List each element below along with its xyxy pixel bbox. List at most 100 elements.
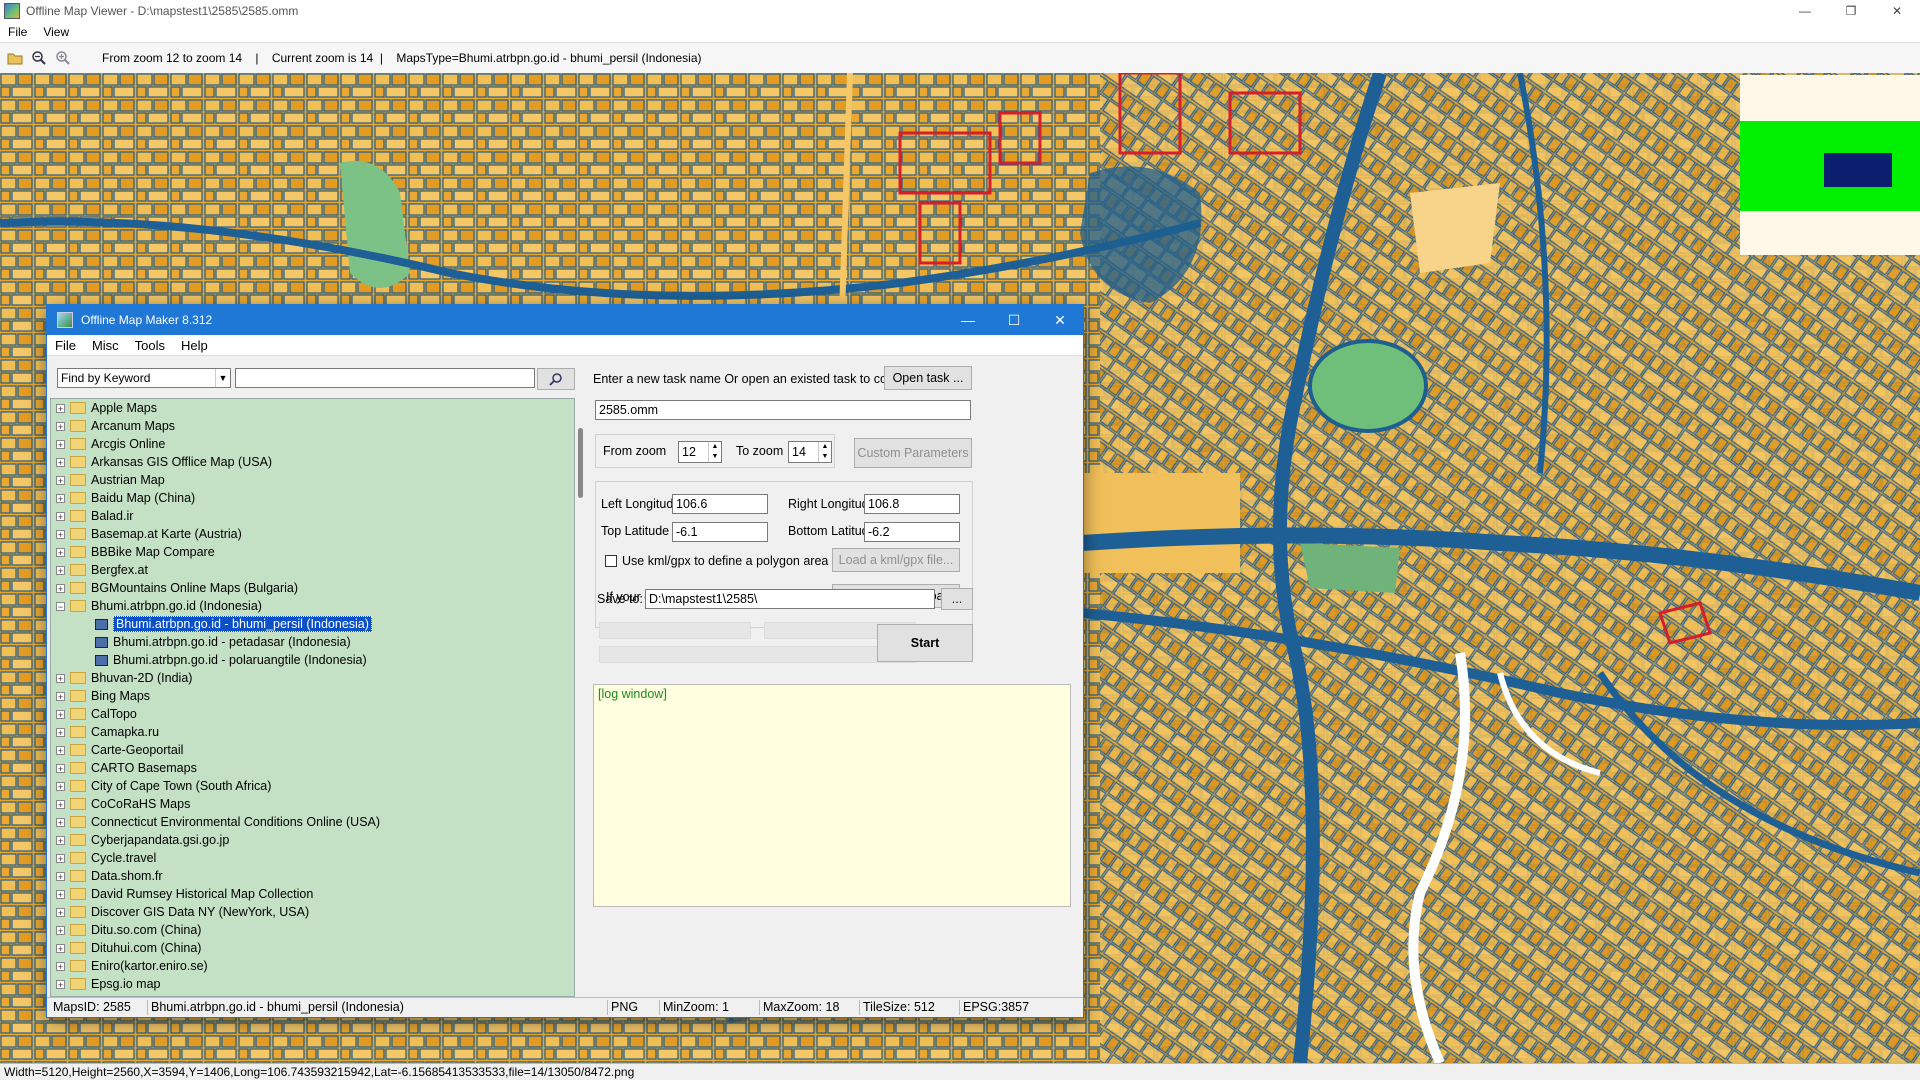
expand-icon[interactable]: + (56, 817, 65, 827)
tree-folder-item[interactable]: + Eniro(kartor.eniro.se) (51, 957, 574, 975)
open-folder-icon[interactable] (6, 49, 24, 67)
task-name-input[interactable]: 2585.omm (595, 400, 971, 420)
tree-folder-item[interactable]: + Austrian Map (51, 471, 574, 489)
chevron-down-icon[interactable]: ▼ (215, 369, 230, 387)
expand-icon[interactable]: + (56, 565, 65, 575)
tree-folder-item[interactable]: + Discover GIS Data NY (NewYork, USA) (51, 903, 574, 921)
expand-icon[interactable]: + (56, 403, 65, 413)
expand-icon[interactable]: + (56, 925, 65, 935)
tree-scrollbar-thumb[interactable] (578, 428, 583, 498)
expand-icon[interactable]: + (56, 943, 65, 953)
tree-folder-item[interactable]: + Arcgis Online (51, 435, 574, 453)
tree-folder-item[interactable]: + Bergfex.at (51, 561, 574, 579)
top-latitude-input[interactable]: -6.1 (672, 522, 768, 542)
custom-parameters-button[interactable]: Custom Parameters (854, 438, 972, 468)
expand-icon[interactable]: + (56, 457, 65, 467)
menu-view[interactable]: View (35, 25, 77, 39)
browse-button[interactable]: ... (941, 588, 973, 610)
expand-icon[interactable]: + (56, 907, 65, 917)
tree-folder-item[interactable]: + Basemap.at Karte (Austria) (51, 525, 574, 543)
tree-map-item[interactable]: Bhumi.atrbpn.go.id - polaruangtile (Indo… (51, 651, 574, 669)
collapse-icon[interactable]: − (56, 601, 65, 611)
expand-icon[interactable]: + (56, 889, 65, 899)
expand-icon[interactable]: + (56, 745, 65, 755)
dialog-minimize-button[interactable]: — (945, 305, 991, 335)
tree-folder-item[interactable]: + Epsg.io map (51, 975, 574, 993)
expand-icon[interactable]: + (56, 673, 65, 683)
tree-folder-item[interactable]: + Connecticut Environmental Conditions On… (51, 813, 574, 831)
dialog-menu-misc[interactable]: Misc (84, 338, 127, 353)
tree-folder-item[interactable]: + Arcanum Maps (51, 417, 574, 435)
tree-folder-item[interactable]: + David Rumsey Historical Map Collection (51, 885, 574, 903)
dialog-menu-tools[interactable]: Tools (127, 338, 173, 353)
dialog-close-button[interactable]: ✕ (1037, 305, 1083, 335)
load-kml-button[interactable]: Load a kml/gpx file... (832, 548, 960, 572)
expand-icon[interactable]: + (56, 709, 65, 719)
stepper-arrows-icon[interactable]: ▲ ▼ (708, 442, 721, 462)
tree-map-item[interactable]: Bhumi.atrbpn.go.id - petadasar (Indonesi… (51, 633, 574, 651)
dialog-maximize-button[interactable]: ☐ (991, 305, 1037, 335)
start-button[interactable]: Start (877, 624, 973, 662)
tree-scrollbar[interactable] (575, 398, 587, 997)
tree-folder-item[interactable]: + Camapka.ru (51, 723, 574, 741)
from-zoom-stepper[interactable]: 12 ▲ ▼ (678, 441, 722, 463)
expand-icon[interactable]: + (56, 727, 65, 737)
expand-icon[interactable]: + (56, 691, 65, 701)
restore-button[interactable]: ❐ (1828, 0, 1874, 22)
tree-folder-item[interactable]: + Dituhui.com (China) (51, 939, 574, 957)
tree-folder-item[interactable]: + CoCoRaHS Maps (51, 795, 574, 813)
expand-icon[interactable]: + (56, 421, 65, 431)
right-longitude-input[interactable]: 106.8 (864, 494, 960, 514)
expand-icon[interactable]: + (56, 763, 65, 773)
tree-folder-item[interactable]: − Bhumi.atrbpn.go.id (Indonesia) (51, 597, 574, 615)
tree-folder-item[interactable]: + Bhuvan-2D (India) (51, 669, 574, 687)
tree-folder-item[interactable]: + City of Cape Town (South Africa) (51, 777, 574, 795)
tree-folder-item[interactable]: + Ditu.so.com (China) (51, 921, 574, 939)
tree-folder-item[interactable]: + Arkansas GIS Offlice Map (USA) (51, 453, 574, 471)
tree-folder-item[interactable]: + BBBike Map Compare (51, 543, 574, 561)
tree-folder-item[interactable]: + CalTopo (51, 705, 574, 723)
bottom-latitude-input[interactable]: -6.2 (864, 522, 960, 542)
tree-folder-item[interactable]: + Baidu Map (China) (51, 489, 574, 507)
expand-icon[interactable]: + (56, 799, 65, 809)
expand-icon[interactable]: + (56, 511, 65, 521)
expand-icon[interactable]: + (56, 493, 65, 503)
tree-folder-item[interactable]: + Data.shom.fr (51, 867, 574, 885)
expand-icon[interactable]: + (56, 979, 65, 989)
find-mode-select[interactable]: Find by Keyword ▼ (57, 368, 231, 388)
tree-folder-item[interactable]: + Cyberjapandata.gsi.go.jp (51, 831, 574, 849)
to-zoom-stepper[interactable]: 14 ▲ ▼ (788, 441, 832, 463)
open-task-button[interactable]: Open task ... (884, 366, 972, 390)
zoom-in-icon[interactable] (54, 49, 72, 67)
expand-icon[interactable]: + (56, 583, 65, 593)
tree-folder-item[interactable]: + Carte-Geoportail (51, 741, 574, 759)
expand-icon[interactable]: + (56, 961, 65, 971)
overview-minimap[interactable] (1740, 75, 1920, 255)
tree-folder-item[interactable]: + BGMountains Online Maps (Bulgaria) (51, 579, 574, 597)
tree-folder-item[interactable]: + CARTO Basemaps (51, 759, 574, 777)
expand-icon[interactable]: + (56, 439, 65, 449)
dialog-menu-help[interactable]: Help (173, 338, 216, 353)
expand-icon[interactable]: + (56, 547, 65, 557)
tree-folder-item[interactable]: + Cycle.travel (51, 849, 574, 867)
tree-folder-item[interactable]: + Balad.ir (51, 507, 574, 525)
expand-icon[interactable]: + (56, 871, 65, 881)
search-button[interactable] (537, 368, 575, 390)
left-longitude-input[interactable]: 106.6 (672, 494, 768, 514)
save-path-input[interactable]: D:\mapstest1\2585\ (645, 589, 935, 609)
kml-polygon-checkbox[interactable] (605, 555, 617, 567)
expand-icon[interactable]: + (56, 781, 65, 791)
log-window[interactable]: [log window] (593, 684, 1071, 907)
expand-icon[interactable]: + (56, 835, 65, 845)
tree-folder-item[interactable]: + Apple Maps (51, 399, 574, 417)
dialog-menu-file[interactable]: File (47, 338, 84, 353)
search-input[interactable] (235, 368, 535, 388)
expand-icon[interactable]: + (56, 529, 65, 539)
minimize-button[interactable]: — (1782, 0, 1828, 22)
close-button[interactable]: ✕ (1874, 0, 1920, 22)
expand-icon[interactable]: + (56, 853, 65, 863)
stepper-arrows-icon[interactable]: ▲ ▼ (818, 442, 831, 462)
menu-file[interactable]: File (0, 25, 35, 39)
tree-folder-item[interactable]: + Bing Maps (51, 687, 574, 705)
tree-map-item[interactable]: Bhumi.atrbpn.go.id - bhumi_persil (Indon… (51, 615, 574, 633)
